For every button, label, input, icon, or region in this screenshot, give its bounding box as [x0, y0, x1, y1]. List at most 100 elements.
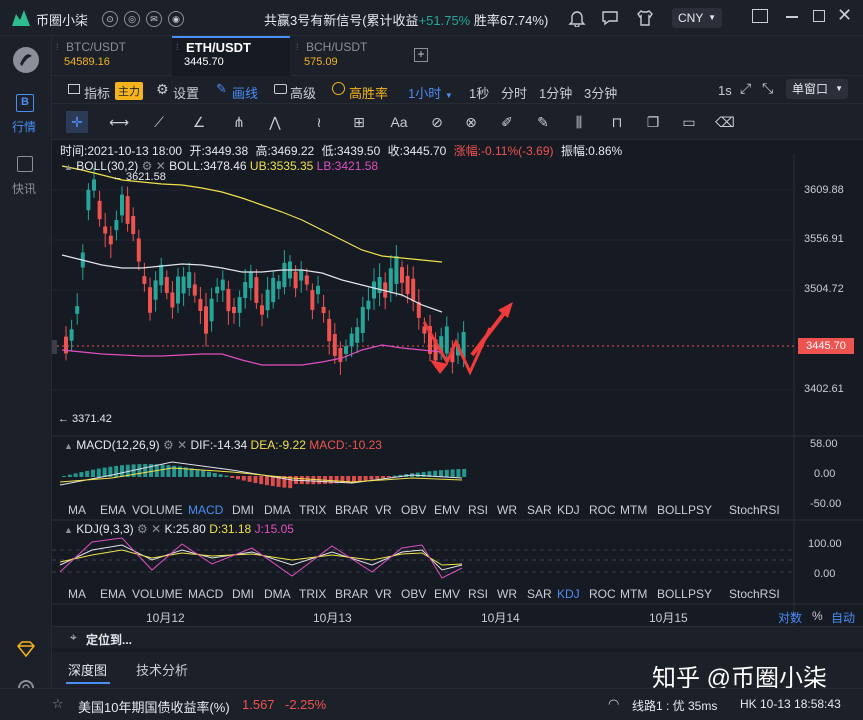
- indicator-tab-trix[interactable]: TRIX: [299, 587, 326, 601]
- winrate-button[interactable]: 高胜率: [349, 83, 388, 102]
- share-icon[interactable]: ✉: [146, 11, 162, 27]
- magnet-icon[interactable]: ⊗: [460, 111, 482, 133]
- indicator-tab-brar[interactable]: BRAR: [335, 587, 368, 601]
- diamond-icon[interactable]: [16, 640, 36, 658]
- link-icon[interactable]: ⊙: [102, 11, 118, 27]
- crosshair-icon[interactable]: ✛: [66, 111, 88, 133]
- ticker-name[interactable]: 美国10年期国债收益率(%): [78, 697, 230, 716]
- eraser-icon[interactable]: ✎: [532, 111, 554, 133]
- indicator-tab-sar[interactable]: SAR: [527, 587, 552, 601]
- text-icon[interactable]: Aa: [388, 111, 410, 133]
- nav-market[interactable]: B 行情: [0, 90, 52, 138]
- trend-line-icon[interactable]: ⟋: [148, 111, 170, 133]
- draw-button[interactable]: 画线: [232, 83, 258, 102]
- interval-3min[interactable]: 3分钟: [584, 83, 617, 102]
- indicator-tab-psy[interactable]: PSY: [688, 503, 712, 517]
- star-icon[interactable]: ☆: [52, 696, 64, 712]
- settings-icon[interactable]: ⚙: [137, 522, 148, 536]
- trash-icon[interactable]: ⌫: [714, 111, 736, 133]
- pitchfork-icon[interactable]: ⋔: [228, 111, 250, 133]
- horizontal-line-icon[interactable]: ⟷: [108, 111, 130, 133]
- path-icon[interactable]: ⋀: [264, 111, 286, 133]
- indicator-tab-dmi[interactable]: DMI: [232, 587, 254, 601]
- chat-icon[interactable]: [601, 9, 619, 27]
- indicator-tab-stochrsi[interactable]: StochRSI: [729, 587, 780, 601]
- interval-select[interactable]: 1小时 ▼: [408, 83, 453, 102]
- indicator-tab-wr[interactable]: WR: [497, 503, 517, 517]
- brush-icon[interactable]: ✐: [496, 111, 518, 133]
- close-icon[interactable]: ✕: [837, 5, 852, 26]
- signal-banner[interactable]: 共赢3号有新信号(累计收益+51.75% 胜率67.74%): [264, 10, 548, 29]
- indicator-tab-boll[interactable]: BOLL: [657, 503, 688, 517]
- kline-chart-svg[interactable]: [52, 140, 863, 626]
- left-collapse-handle[interactable]: [52, 340, 57, 354]
- indicator-tab-ma[interactable]: MA: [68, 503, 86, 517]
- collapse-triangle-icon[interactable]: ▲: [64, 441, 73, 451]
- interval-1s[interactable]: 1秒: [469, 83, 489, 102]
- percent-scale-toggle[interactable]: %: [812, 609, 823, 623]
- close-icon[interactable]: ✕: [151, 522, 161, 536]
- minimize-icon[interactable]: [786, 16, 798, 18]
- main-badge[interactable]: 主力: [115, 82, 143, 100]
- candles-icon[interactable]: ⫼: [568, 111, 590, 133]
- indicator-tab-volume[interactable]: VOLUME: [132, 503, 183, 517]
- indicator-tab-vr[interactable]: VR: [375, 503, 392, 517]
- collapse-icon[interactable]: ⤡: [762, 80, 773, 97]
- angle-icon[interactable]: ∠: [188, 111, 210, 133]
- indicator-tab-trix[interactable]: TRIX: [299, 503, 326, 517]
- log-scale-toggle[interactable]: 对数: [778, 609, 802, 626]
- chart-panel[interactable]: 时间:2021-10-13 18:00 开:3449.38 高:3469.22 …: [52, 140, 863, 626]
- indicator-tab-roc[interactable]: ROC: [589, 587, 616, 601]
- wave-icon[interactable]: ≀: [308, 111, 330, 133]
- window-restore-icon[interactable]: [752, 9, 768, 23]
- settings-icon[interactable]: ⚙: [163, 438, 174, 452]
- bell-icon[interactable]: [568, 9, 586, 27]
- settings-button[interactable]: 设置: [173, 83, 199, 102]
- copy-icon[interactable]: ❐: [642, 111, 664, 133]
- currency-select[interactable]: CNY ▼: [672, 8, 722, 28]
- auto-scale-toggle[interactable]: 自动: [831, 609, 855, 626]
- fullscreen-icon[interactable]: ⤢: [740, 80, 751, 97]
- collapse-triangle-icon[interactable]: ▲: [64, 162, 73, 172]
- indicator-tab-roc[interactable]: ROC: [589, 503, 616, 517]
- tab-eth-usdt[interactable]: ⁞ ETH/USDT 3445.70: [172, 36, 290, 76]
- indicator-tab-sar[interactable]: SAR: [527, 503, 552, 517]
- indicator-tab-kdj[interactable]: KDJ: [557, 503, 580, 517]
- lock-icon[interactable]: ⊓: [606, 111, 628, 133]
- indicator-tab-stochrsi[interactable]: StochRSI: [729, 503, 780, 517]
- nav-news[interactable]: 快讯: [0, 152, 52, 200]
- right-interval[interactable]: 1s: [718, 83, 732, 98]
- ruler-icon[interactable]: ⊘: [426, 111, 448, 133]
- collapse-triangle-icon[interactable]: ▲: [64, 525, 73, 535]
- indicator-button[interactable]: 指标: [84, 83, 110, 102]
- indicator-tab-volume[interactable]: VOLUME: [132, 587, 183, 601]
- window-mode-select[interactable]: 单窗口 ▼: [786, 79, 848, 99]
- indicator-tab-rsi[interactable]: RSI: [468, 503, 488, 517]
- indicator-tab-dma[interactable]: DMA: [264, 587, 291, 601]
- indicator-tab-emv[interactable]: EMV: [434, 503, 460, 517]
- add-tab-button[interactable]: +: [414, 48, 428, 62]
- weibo-icon[interactable]: ◎: [124, 11, 140, 27]
- tab-technical-analysis[interactable]: 技术分析: [136, 660, 188, 679]
- maximize-icon[interactable]: [813, 10, 825, 22]
- close-icon[interactable]: ✕: [177, 438, 187, 452]
- shirt-icon[interactable]: [636, 9, 654, 27]
- app-avatar-icon[interactable]: [12, 46, 40, 74]
- indicator-tab-mtm[interactable]: MTM: [620, 587, 647, 601]
- locate-button[interactable]: 定位到...: [86, 631, 132, 648]
- tab-depth-chart[interactable]: 深度图: [68, 660, 107, 679]
- interval-1min[interactable]: 1分钟: [539, 83, 572, 102]
- indicator-tab-ema[interactable]: EMA: [100, 587, 126, 601]
- indicator-tab-dmi[interactable]: DMI: [232, 503, 254, 517]
- tab-bch-usdt[interactable]: ⁞ BCH/USDT 575.09: [292, 36, 410, 76]
- indicator-tab-emv[interactable]: EMV: [434, 587, 460, 601]
- indicator-tab-obv[interactable]: OBV: [401, 587, 426, 601]
- interval-timeshare[interactable]: 分时: [501, 83, 527, 102]
- indicator-tab-psy[interactable]: PSY: [688, 587, 712, 601]
- indicator-tab-boll[interactable]: BOLL: [657, 587, 688, 601]
- indicator-tab-mtm[interactable]: MTM: [620, 503, 647, 517]
- indicator-tab-dma[interactable]: DMA: [264, 503, 291, 517]
- mute-icon[interactable]: ◉: [168, 11, 184, 27]
- note-icon[interactable]: ▭: [678, 111, 700, 133]
- rectangle-icon[interactable]: ⊞: [348, 111, 370, 133]
